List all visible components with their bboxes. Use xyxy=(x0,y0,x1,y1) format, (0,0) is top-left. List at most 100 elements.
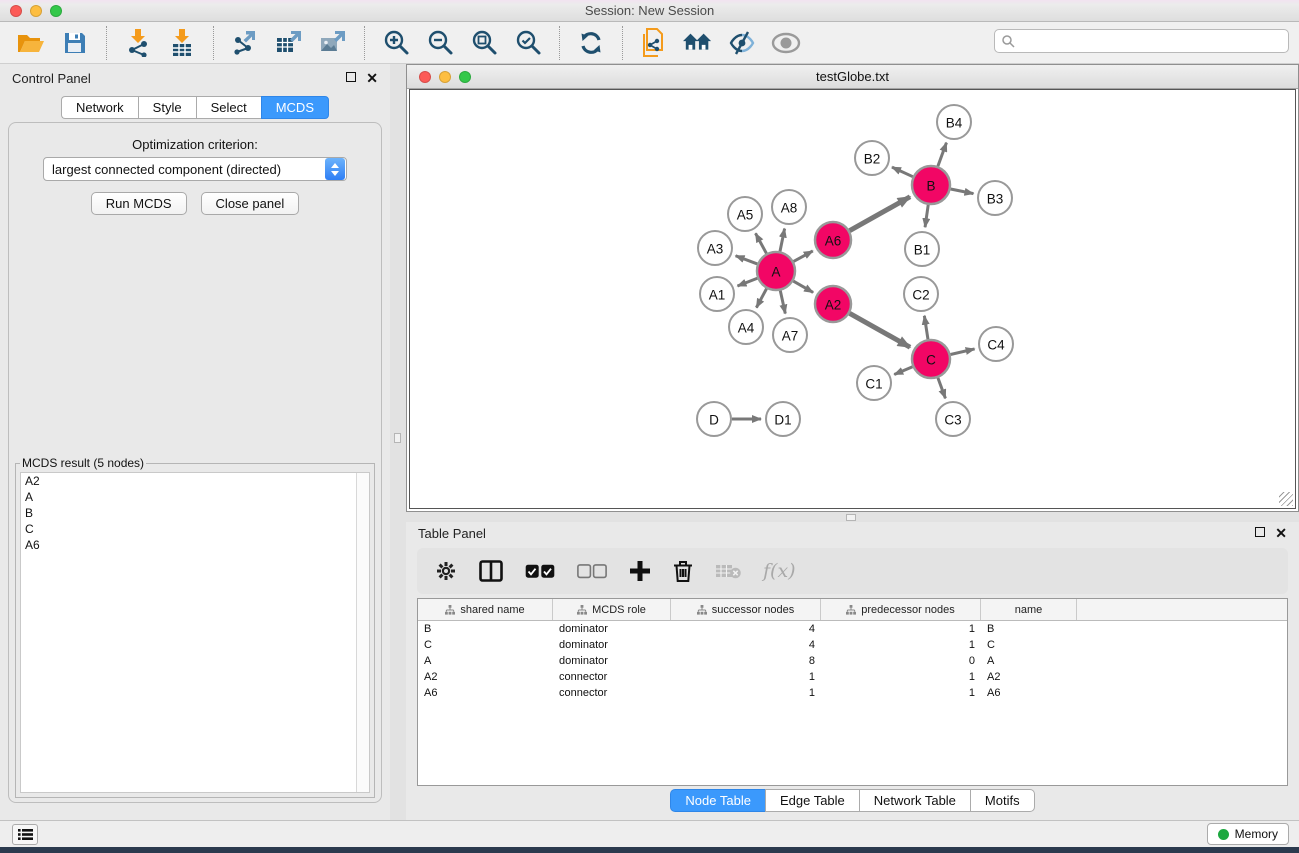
node-B3[interactable]: B3 xyxy=(978,181,1012,215)
network-canvas[interactable]: A A1 A2 A3 A4 A5 A6 A7 A8 B B1 B2 B3 B4 C C1 C2 C3 C4 D D1 xyxy=(409,89,1296,509)
search-field[interactable] xyxy=(994,29,1289,53)
node-B2[interactable]: B2 xyxy=(855,141,889,175)
column-header-predecessor-nodes[interactable]: predecessor nodes xyxy=(821,599,981,620)
control-panel-title: Control Panel xyxy=(12,71,91,86)
toggle-columns-icon[interactable] xyxy=(479,560,503,582)
zoom-in-icon[interactable] xyxy=(381,28,411,58)
import-network-icon[interactable] xyxy=(123,28,153,58)
table-row-a6[interactable]: A6connector11A6 xyxy=(418,685,1287,701)
result-scrollbar[interactable] xyxy=(356,473,369,792)
delete-table-icon[interactable] xyxy=(715,562,741,580)
table-float-panel-icon[interactable] xyxy=(1255,527,1265,539)
table-row-a2[interactable]: A2connector11A2 xyxy=(418,669,1287,685)
zoom-out-icon[interactable] xyxy=(425,28,455,58)
node-C3[interactable]: C3 xyxy=(936,402,970,436)
horizontal-split-divider[interactable] xyxy=(406,512,1299,522)
table-row-c[interactable]: Cdominator41C xyxy=(418,637,1287,653)
run-mcds-button[interactable]: Run MCDS xyxy=(91,192,187,215)
table-panel: Table Panel ✕ f(x) shared nameMCDS rol xyxy=(406,522,1299,820)
result-item-c[interactable]: C xyxy=(21,521,369,537)
clone-network-icon[interactable] xyxy=(639,28,669,58)
node-D1[interactable]: D1 xyxy=(766,402,800,436)
table-row-a[interactable]: Adominator80A xyxy=(418,653,1287,669)
node-D[interactable]: D xyxy=(697,402,731,436)
save-session-icon[interactable] xyxy=(60,28,90,58)
deselect-all-icon[interactable] xyxy=(577,564,607,579)
shared-column-icon xyxy=(577,605,587,615)
node-A4[interactable]: A4 xyxy=(729,310,763,344)
delete-columns-icon[interactable] xyxy=(673,559,693,583)
function-builder-icon[interactable]: f(x) xyxy=(763,560,796,582)
import-table-icon[interactable] xyxy=(167,28,197,58)
cell-name: A2 xyxy=(981,669,1077,685)
tab-edge-table[interactable]: Edge Table xyxy=(765,789,859,812)
vertical-split-handle[interactable] xyxy=(394,433,401,443)
memory-button[interactable]: Memory xyxy=(1207,823,1289,845)
tab-select[interactable]: Select xyxy=(196,96,261,119)
node-C1[interactable]: C1 xyxy=(857,366,891,400)
edge-A-A6 xyxy=(794,251,813,261)
task-history-button[interactable] xyxy=(12,824,38,845)
shared-column-icon xyxy=(445,605,455,615)
table-row-b[interactable]: Bdominator41B xyxy=(418,621,1287,637)
search-input[interactable] xyxy=(1015,31,1288,51)
node-B1[interactable]: B1 xyxy=(905,232,939,266)
birds-eye-icon[interactable] xyxy=(771,28,801,58)
tab-network[interactable]: Network xyxy=(61,96,138,119)
node-A6[interactable]: A6 xyxy=(815,222,851,258)
column-settings-icon[interactable] xyxy=(435,560,457,582)
node-C[interactable]: C xyxy=(912,340,950,378)
result-item-a6[interactable]: A6 xyxy=(21,537,369,553)
result-item-b[interactable]: B xyxy=(21,505,369,521)
mcds-result-list[interactable]: A2ABCA6 xyxy=(20,472,370,793)
criterion-dropdown[interactable]: largest connected component (directed) xyxy=(43,157,347,181)
tab-network-table[interactable]: Network Table xyxy=(859,789,970,812)
node-A3[interactable]: A3 xyxy=(698,231,732,265)
svg-text:A6: A6 xyxy=(825,234,842,249)
export-network-icon[interactable] xyxy=(230,28,260,58)
column-header-MCDS-role[interactable]: MCDS role xyxy=(553,599,671,620)
edge-B-B2 xyxy=(892,167,913,177)
node-A7[interactable]: A7 xyxy=(773,318,807,352)
add-column-icon[interactable] xyxy=(629,560,651,582)
tab-node-table[interactable]: Node Table xyxy=(670,789,765,812)
result-item-a2[interactable]: A2 xyxy=(21,473,369,489)
zoom-selected-icon[interactable] xyxy=(513,28,543,58)
resize-grip-icon[interactable] xyxy=(1279,492,1293,506)
node-A[interactable]: A xyxy=(757,252,795,290)
result-item-a[interactable]: A xyxy=(21,489,369,505)
select-all-icon[interactable] xyxy=(525,564,555,579)
cell-predecessor-nodes: 0 xyxy=(821,653,981,669)
column-header-successor-nodes[interactable]: successor nodes xyxy=(671,599,821,620)
node-A1[interactable]: A1 xyxy=(700,277,734,311)
search-icon xyxy=(1001,34,1015,48)
node-C2[interactable]: C2 xyxy=(904,277,938,311)
close-panel-button[interactable]: Close panel xyxy=(201,192,300,215)
tab-style[interactable]: Style xyxy=(138,96,196,119)
table-close-panel-icon[interactable]: ✕ xyxy=(1275,526,1287,540)
zoom-fit-icon[interactable] xyxy=(469,28,499,58)
node-A5[interactable]: A5 xyxy=(728,197,762,231)
node-C4[interactable]: C4 xyxy=(979,327,1013,361)
column-header-shared-name[interactable]: shared name xyxy=(418,599,553,620)
network-window-titlebar[interactable]: testGlobe.txt xyxy=(407,65,1298,89)
tab-mcds[interactable]: MCDS xyxy=(261,96,329,119)
graphics-details-icon[interactable] xyxy=(727,28,757,58)
node-A8[interactable]: A8 xyxy=(772,190,806,224)
tab-motifs[interactable]: Motifs xyxy=(970,789,1035,812)
svg-text:B4: B4 xyxy=(946,116,963,131)
node-B[interactable]: B xyxy=(912,166,950,204)
node-A2[interactable]: A2 xyxy=(815,286,851,322)
column-header-name[interactable]: name xyxy=(981,599,1077,620)
export-image-icon[interactable] xyxy=(318,28,348,58)
node-B4[interactable]: B4 xyxy=(937,105,971,139)
mcds-result-group: MCDS result (5 nodes) A2ABCA6 xyxy=(15,456,375,798)
refresh-icon[interactable] xyxy=(576,28,606,58)
home-icon[interactable] xyxy=(683,28,713,58)
float-panel-icon[interactable] xyxy=(346,72,356,84)
vertical-split-divider[interactable] xyxy=(390,64,406,820)
open-session-icon[interactable] xyxy=(16,28,46,58)
close-panel-icon[interactable]: ✕ xyxy=(366,71,378,85)
horizontal-split-handle[interactable] xyxy=(846,514,856,521)
export-table-icon[interactable] xyxy=(274,28,304,58)
